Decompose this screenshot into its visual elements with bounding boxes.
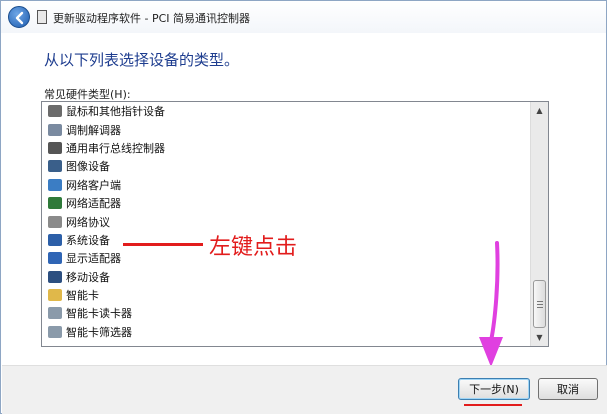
list-item[interactable]: 通用串行总线控制器 — [42, 139, 530, 157]
list-item-label: 显示适配器 — [66, 252, 121, 266]
camera-icon — [48, 160, 62, 173]
next-button-underline — [464, 404, 522, 406]
modem-icon — [48, 123, 62, 136]
network-protocol-icon — [48, 215, 62, 228]
smart-card-filter-icon — [48, 325, 62, 338]
mouse-icon — [48, 105, 62, 118]
list-item-label: 通用串行总线控制器 — [66, 141, 165, 155]
hardware-type-label: 常见硬件类型(H): — [44, 88, 131, 101]
usb-icon — [48, 141, 62, 154]
list-item[interactable]: 调制解调器 — [42, 120, 530, 138]
list-item-label: 智能卡 — [66, 289, 99, 303]
display-adapter-icon — [48, 252, 62, 265]
list-item[interactable]: 鼠标和其他指针设备 — [42, 102, 530, 120]
grip-line — [537, 301, 543, 302]
dialog-window: 更新驱动程序软件 - PCI 简易通讯控制器 从以下列表选择设备的类型。 常见硬… — [0, 0, 607, 414]
annotation-arrow-icon — [479, 241, 503, 367]
list-item[interactable]: 网络协议 — [42, 212, 530, 230]
list-item-label: 网络协议 — [66, 215, 110, 229]
system-device-icon — [48, 233, 62, 246]
list-item-label: 网络适配器 — [66, 197, 121, 211]
list-item-label: 鼠标和其他指针设备 — [66, 105, 165, 119]
list-item-label: 图像设备 — [66, 160, 110, 174]
list-item[interactable]: 智能卡筛选器 — [42, 323, 530, 341]
scroll-up-icon[interactable]: ▲ — [531, 102, 548, 119]
device-icon — [37, 10, 47, 24]
grip-line — [537, 307, 543, 308]
smart-card-reader-icon — [48, 307, 62, 320]
list-item[interactable]: 网络适配器 — [42, 194, 530, 212]
back-arrow-icon — [15, 11, 24, 25]
window-title: 更新驱动程序软件 - PCI 简易通讯控制器 — [53, 12, 251, 25]
scroll-thumb[interactable] — [533, 280, 546, 328]
list-item-label: 网络客户端 — [66, 178, 121, 192]
list-items: 鼠标和其他指针设备 调制解调器通用串行总线控制器 图像设备网络客户端网络适配器网络协… — [42, 102, 530, 341]
grip-line — [537, 304, 543, 305]
network-adapter-icon — [48, 197, 62, 210]
list-item-label: 智能卡筛选器 — [66, 325, 132, 339]
list-item[interactable]: 移动设备 — [42, 268, 530, 286]
scroll-down-icon[interactable]: ▼ — [531, 329, 548, 346]
next-button[interactable]: 下一步(N) — [458, 378, 530, 400]
list-item[interactable]: 智能卡读卡器 — [42, 304, 530, 322]
list-item[interactable]: 网络客户端 — [42, 176, 530, 194]
annotation-text: 左键点击 — [209, 235, 298, 260]
smart-card-icon — [48, 289, 62, 302]
network-client-icon — [48, 178, 62, 191]
list-item-label: 调制解调器 — [66, 123, 121, 137]
list-item-label: 系统设备 — [66, 233, 110, 247]
list-item[interactable]: 智能卡 — [42, 286, 530, 304]
list-item[interactable]: 图像设备 — [42, 157, 530, 175]
mobile-device-icon — [48, 270, 62, 283]
annotation-line — [123, 243, 203, 246]
back-button[interactable] — [8, 6, 30, 28]
list-item-label: 移动设备 — [66, 270, 110, 284]
page-heading: 从以下列表选择设备的类型。 — [44, 51, 240, 69]
list-item-label: 智能卡读卡器 — [66, 307, 132, 321]
title-bar: 更新驱动程序软件 - PCI 简易通讯控制器 — [1, 1, 606, 33]
cancel-button[interactable]: 取消 — [538, 378, 598, 400]
vertical-scrollbar[interactable]: ▲ ▼ — [530, 102, 548, 346]
